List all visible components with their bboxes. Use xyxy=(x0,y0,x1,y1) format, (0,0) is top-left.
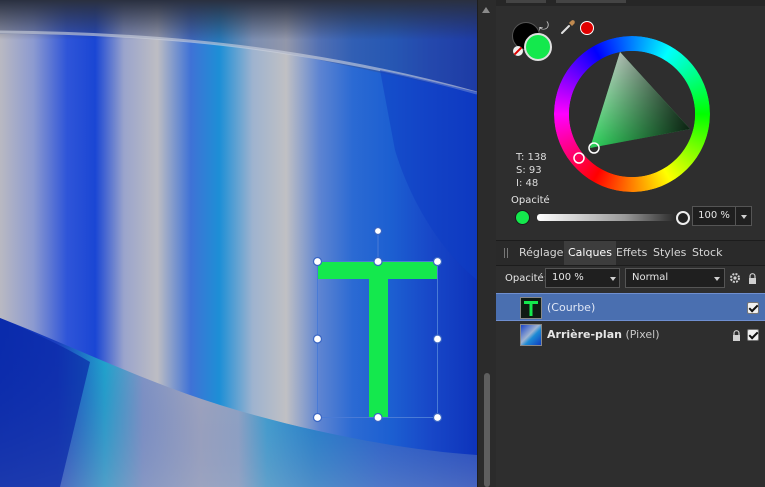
layer-type-curve: (Courbe) xyxy=(547,301,596,314)
resize-handle-b xyxy=(373,412,383,423)
layer-name-curve: (Courbe) xyxy=(547,294,595,322)
layer-row-background[interactable]: Arrière-plan (Pixel) xyxy=(496,321,765,349)
layer-type-background: (Pixel) xyxy=(625,328,660,341)
gear-icon[interactable] xyxy=(729,272,741,284)
secondary-color-swatch[interactable] xyxy=(524,33,552,61)
layer-opacity-input[interactable]: 100 % xyxy=(545,268,620,288)
picked-color-swatch[interactable] xyxy=(580,21,594,35)
letter-t-icon xyxy=(520,297,542,319)
chevron-down-icon xyxy=(741,215,747,219)
no-fill-icon[interactable] xyxy=(513,46,523,56)
tab-effets[interactable]: Effets xyxy=(612,241,651,265)
tab-stock[interactable]: Stock xyxy=(688,241,726,265)
color-picker-icon[interactable] xyxy=(560,19,576,35)
layer-visibility-checkbox[interactable] xyxy=(747,302,759,314)
resize-handle-r xyxy=(432,334,443,344)
resize-handle-l xyxy=(312,334,323,344)
t-curve xyxy=(318,261,437,417)
opacity-dropdown-button[interactable] xyxy=(736,206,752,226)
panel-tabs: Réglage Calques Effets Styles Stock xyxy=(496,240,765,266)
layer-opacity-value: 100 % xyxy=(552,272,584,283)
document-canvas[interactable] xyxy=(0,0,477,487)
resize-handle-br xyxy=(432,412,443,423)
tab-calques[interactable]: Calques xyxy=(564,241,616,265)
scrollbar-thumb[interactable] xyxy=(484,373,490,487)
chevron-down-icon xyxy=(714,277,720,281)
rotate-handle xyxy=(373,226,383,236)
intensity-readout: I: 48 xyxy=(516,178,539,189)
opacity-slider[interactable] xyxy=(537,214,683,221)
swap-colors-icon[interactable]: ⤾ xyxy=(537,19,551,33)
image-icon xyxy=(520,324,542,346)
resize-handle-t xyxy=(373,256,383,267)
blend-mode-select[interactable]: Normal xyxy=(625,268,725,288)
hue-readout: T: 138 xyxy=(516,152,547,163)
scroll-up-arrow-icon[interactable] xyxy=(482,7,490,13)
canvas-vertical-scrollbar[interactable] xyxy=(477,0,496,487)
lock-icon[interactable] xyxy=(748,273,757,284)
layer-name-background: Arrière-plan (Pixel) xyxy=(547,328,660,341)
tab-styles[interactable]: Styles xyxy=(649,241,690,265)
saturation-readout: S: 93 xyxy=(516,165,542,176)
resize-handle-tr xyxy=(432,256,443,267)
selected-t-shape[interactable] xyxy=(0,0,477,487)
blend-mode-value: Normal xyxy=(632,272,669,283)
opacity-slider-knob[interactable] xyxy=(676,211,690,225)
opacity-input[interactable]: 100 % xyxy=(692,206,736,226)
panel-grip-icon[interactable] xyxy=(504,248,508,258)
lock-icon[interactable] xyxy=(732,330,741,341)
layer-opacity-label: Opacité: xyxy=(505,273,548,284)
layer-row-curve[interactable]: (Courbe) xyxy=(496,293,765,321)
resize-handle-tl xyxy=(312,256,323,267)
opacity-label: Opacité xyxy=(511,195,550,206)
layer-visibility-checkbox[interactable] xyxy=(747,329,759,341)
color-wheel[interactable] xyxy=(554,36,710,192)
studio-panel: ⤾ T: 138 S: 93 I: 48 Opacité 100 % Régla… xyxy=(496,0,765,487)
chevron-down-icon xyxy=(610,277,616,281)
tab-reglage[interactable]: Réglage xyxy=(515,241,567,265)
resize-handle-bl xyxy=(312,412,323,423)
panel-top-strip xyxy=(496,0,765,6)
opacity-color-dot xyxy=(515,210,530,225)
